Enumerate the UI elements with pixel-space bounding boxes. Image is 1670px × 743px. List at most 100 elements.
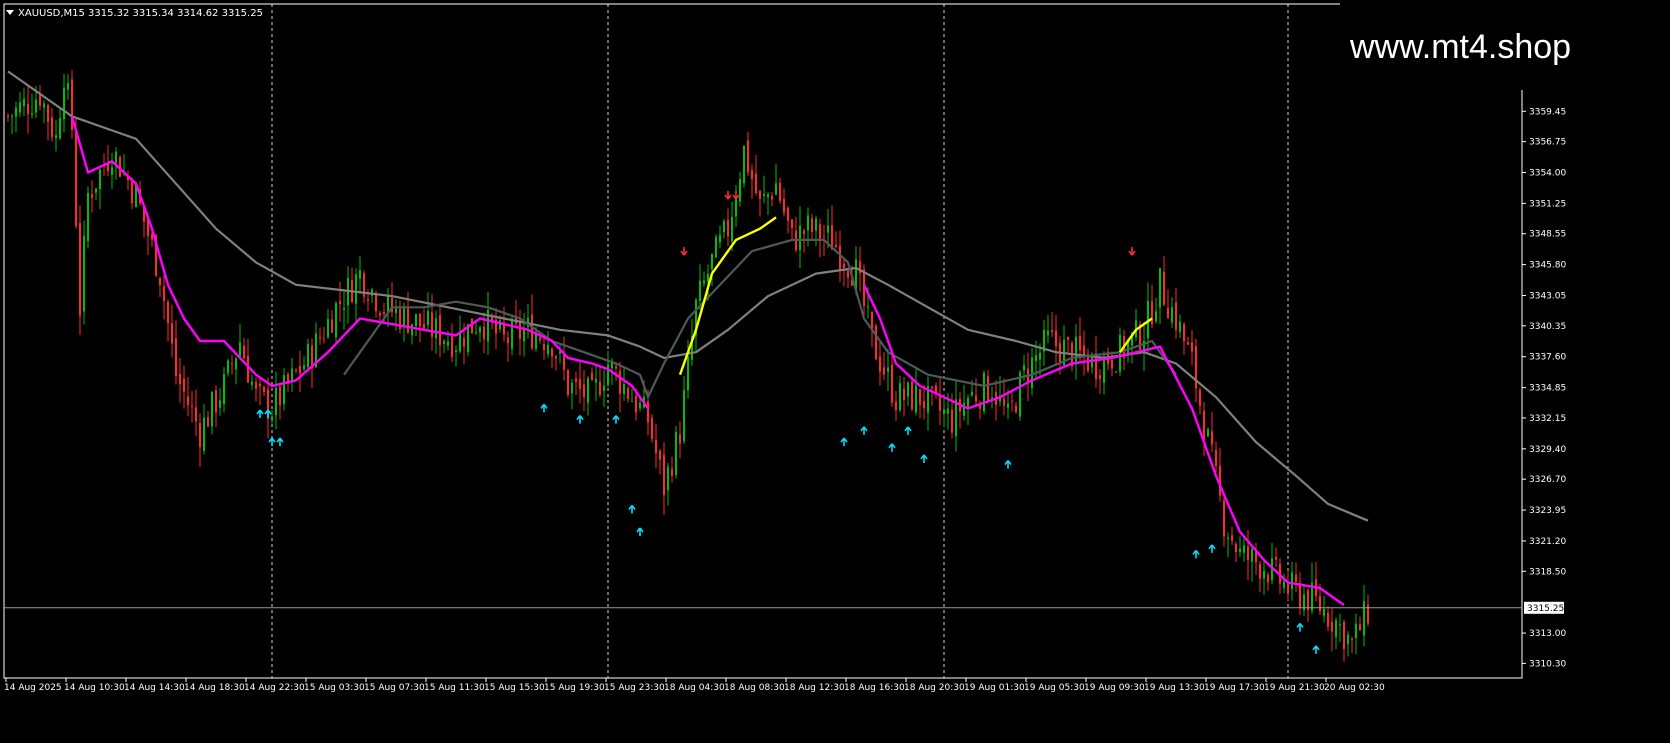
candle-body bbox=[1251, 549, 1253, 562]
y-tick-label: 3318.50 bbox=[1529, 567, 1566, 577]
candle-body bbox=[743, 145, 745, 184]
x-tick-label: 19 Aug 09:30 bbox=[1084, 683, 1145, 693]
candle-body bbox=[651, 417, 653, 440]
candle-body bbox=[1159, 267, 1161, 308]
x-tick-label: 14 Aug 10:30 bbox=[64, 683, 125, 693]
candle-body bbox=[1275, 556, 1277, 560]
candle-body bbox=[231, 363, 233, 365]
symbol-label: XAUUSD,M15 bbox=[18, 8, 85, 19]
x-tick-label: 14 Aug 14:30 bbox=[124, 683, 185, 693]
candle-body bbox=[931, 386, 933, 389]
candle-body bbox=[219, 400, 221, 408]
candle-body bbox=[19, 102, 21, 113]
candle-body bbox=[419, 313, 421, 327]
candle-body bbox=[1227, 537, 1229, 539]
candle-body bbox=[59, 118, 61, 139]
candle-body bbox=[1103, 356, 1105, 383]
y-tick-label: 3332.15 bbox=[1529, 414, 1566, 424]
candle-body bbox=[255, 381, 257, 389]
candle-body bbox=[903, 388, 905, 401]
candle-body bbox=[23, 98, 25, 107]
candle-body bbox=[163, 286, 165, 302]
candle-body bbox=[1199, 389, 1201, 406]
y-tick-label: 3313.00 bbox=[1529, 629, 1566, 639]
x-tick-label: 19 Aug 17:30 bbox=[1204, 683, 1265, 693]
candle-body bbox=[1359, 624, 1361, 631]
candle-body bbox=[1207, 429, 1209, 437]
candle-body bbox=[199, 422, 201, 447]
candle-body bbox=[603, 385, 605, 391]
y-tick-label: 3337.60 bbox=[1529, 353, 1566, 363]
candle bbox=[71, 70, 73, 139]
candle-body bbox=[955, 399, 957, 437]
y-tick-label: 3321.20 bbox=[1529, 537, 1566, 547]
candle-body bbox=[707, 274, 709, 282]
candle-body bbox=[215, 390, 217, 413]
candle-body bbox=[807, 215, 809, 231]
candle-body bbox=[967, 397, 969, 409]
y-tick-label: 3348.55 bbox=[1529, 230, 1566, 240]
y-tick-label: 3356.75 bbox=[1529, 138, 1566, 148]
candle-body bbox=[947, 408, 949, 414]
candle-body bbox=[703, 280, 705, 284]
candle-body bbox=[619, 370, 621, 394]
candle-body bbox=[183, 378, 185, 392]
y-tick-label: 3359.45 bbox=[1529, 107, 1566, 117]
y-tick-label: 3340.35 bbox=[1529, 322, 1566, 332]
candle-body bbox=[55, 135, 57, 139]
candle-body bbox=[1363, 601, 1365, 636]
candle-body bbox=[451, 336, 453, 357]
candle-body bbox=[895, 401, 897, 410]
candle-body bbox=[683, 390, 685, 442]
candle-body bbox=[223, 374, 225, 405]
candle-body bbox=[91, 194, 93, 198]
candle-body bbox=[1167, 307, 1169, 319]
candle-body bbox=[271, 416, 273, 421]
candle-body bbox=[847, 271, 849, 278]
candle-body bbox=[1323, 608, 1325, 616]
current-price-value: 3315.25 bbox=[1527, 604, 1564, 614]
candle-body bbox=[35, 99, 37, 113]
x-tick-label: 19 Aug 05:30 bbox=[1024, 683, 1085, 693]
candle-body bbox=[523, 329, 525, 342]
candle-body bbox=[431, 312, 433, 337]
candle-body bbox=[1047, 330, 1049, 336]
candle-body bbox=[407, 307, 409, 333]
candle-body bbox=[751, 169, 753, 179]
candle-body bbox=[827, 225, 829, 233]
candle bbox=[875, 323, 877, 360]
candle-body bbox=[759, 191, 761, 199]
candle-body bbox=[907, 382, 909, 397]
candle-body bbox=[1287, 582, 1289, 594]
candle-body bbox=[1211, 431, 1213, 445]
candle-body bbox=[1183, 323, 1185, 342]
candle-body bbox=[687, 356, 689, 391]
candle-body bbox=[1339, 624, 1341, 626]
candle-body bbox=[1115, 371, 1117, 373]
candle-body bbox=[747, 140, 749, 173]
candle-body bbox=[15, 107, 17, 117]
candle-body bbox=[699, 280, 701, 302]
candle-body bbox=[479, 327, 481, 333]
y-tick-label: 3343.05 bbox=[1529, 292, 1566, 302]
candle-body bbox=[383, 312, 385, 315]
candle-body bbox=[175, 338, 177, 377]
candle-body bbox=[355, 274, 357, 304]
candle-body bbox=[67, 83, 69, 90]
candle-body bbox=[755, 173, 757, 193]
candle-body bbox=[1111, 360, 1113, 369]
candle-body bbox=[1299, 582, 1301, 608]
candle-body bbox=[259, 383, 261, 387]
price-chart[interactable]: 3367.653364.903362.203359.453356.753354.… bbox=[0, 0, 1670, 743]
candle-body bbox=[839, 246, 841, 269]
candle-body bbox=[427, 311, 429, 326]
x-tick-label: 18 Aug 08:30 bbox=[724, 683, 785, 693]
candle-body bbox=[323, 338, 325, 340]
candle-body bbox=[735, 198, 737, 217]
y-tick-label: 3310.30 bbox=[1529, 659, 1566, 669]
candle-body bbox=[1155, 311, 1157, 322]
candle-body bbox=[167, 301, 169, 324]
candle-body bbox=[275, 387, 277, 416]
candle-body bbox=[567, 370, 569, 395]
candle-body bbox=[1223, 500, 1225, 537]
